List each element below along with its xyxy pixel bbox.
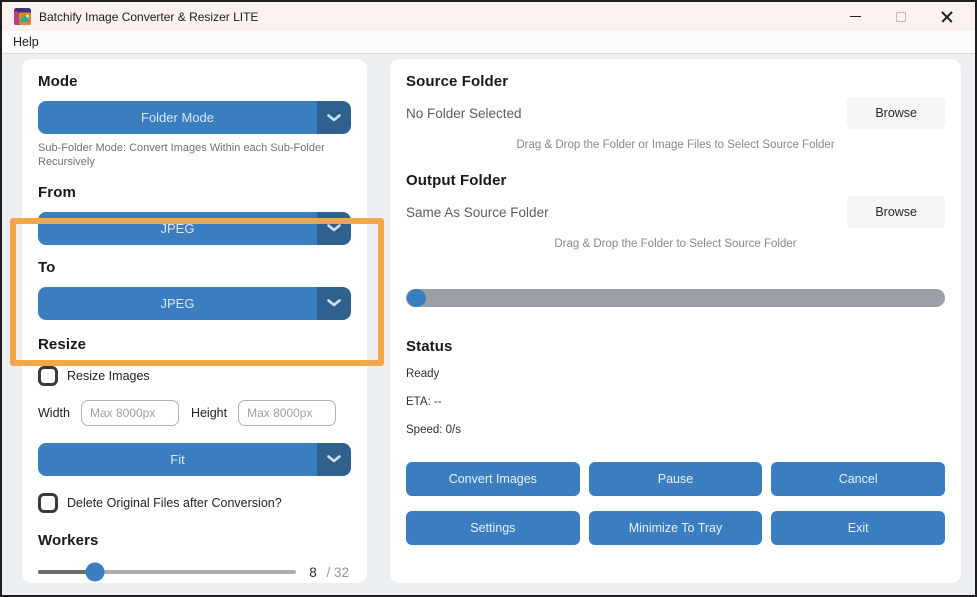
app-logo-icon	[14, 8, 31, 25]
folders-status-panel: Source Folder No Folder Selected Browse …	[390, 59, 961, 583]
workers-slider[interactable]	[38, 562, 296, 582]
workers-slider-thumb[interactable]	[85, 562, 105, 582]
width-label: Width	[38, 405, 70, 420]
window-title: Batchify Image Converter & Resizer LITE	[39, 9, 259, 24]
mode-dropdown[interactable]: Folder Mode	[38, 101, 351, 134]
fit-mode-dropdown[interactable]: Fit	[38, 442, 351, 476]
status-heading: Status	[406, 338, 453, 355]
chevron-down-icon	[317, 101, 351, 134]
delete-originals-checkbox[interactable]	[38, 492, 58, 513]
resize-images-label: Resize Images	[67, 368, 150, 383]
mode-description: Sub-Folder Mode: Convert Images Within e…	[38, 142, 325, 169]
status-state: Ready	[406, 368, 440, 380]
exit-button[interactable]: Exit	[771, 511, 945, 545]
chevron-down-icon	[317, 211, 351, 245]
content-area: Mode Folder Mode Sub-Folder Mode: Conver…	[2, 54, 975, 595]
minimize-to-tray-button[interactable]: Minimize To Tray	[588, 511, 763, 545]
output-browse-button[interactable]: Browse	[847, 196, 945, 228]
maximize-icon	[896, 11, 906, 22]
to-format-value: JPEG	[38, 286, 317, 320]
minimize-button[interactable]	[847, 9, 863, 25]
to-format-dropdown[interactable]: JPEG	[38, 286, 351, 320]
progress-track	[406, 289, 945, 307]
progress-thumb	[407, 289, 426, 307]
pause-button[interactable]: Pause	[588, 462, 763, 496]
fit-mode-value: Fit	[38, 442, 317, 476]
height-label: Height	[190, 405, 228, 420]
status-speed: Speed: 0/s	[406, 424, 461, 436]
to-heading: To	[38, 258, 56, 276]
workers-value: 8 / 32	[309, 565, 351, 580]
mode-heading: Mode	[38, 73, 78, 90]
height-input[interactable]	[238, 399, 337, 426]
from-heading: From	[38, 183, 76, 201]
workers-current: 8	[309, 564, 317, 580]
chevron-down-icon	[317, 442, 351, 476]
settings-panel: Mode Folder Mode Sub-Folder Mode: Conver…	[22, 59, 367, 583]
from-format-value: JPEG	[38, 211, 317, 245]
source-folder-value: No Folder Selected	[406, 105, 522, 121]
cancel-button[interactable]: Cancel	[771, 462, 945, 496]
resize-images-checkbox[interactable]	[38, 365, 58, 386]
maximize-button[interactable]	[893, 9, 909, 25]
menu-help[interactable]: Help	[6, 33, 46, 51]
output-folder-value: Same As Source Folder	[406, 204, 549, 220]
delete-originals-label: Delete Original Files after Conversion?	[67, 495, 282, 510]
output-folder-heading: Output Folder	[406, 172, 507, 189]
close-icon	[941, 11, 953, 23]
title-bar: Batchify Image Converter & Resizer LITE	[2, 2, 975, 31]
source-drop-hint: Drag & Drop the Folder or Image Files to…	[516, 139, 835, 151]
minimize-icon	[849, 16, 861, 17]
from-format-dropdown[interactable]: JPEG	[38, 211, 351, 245]
resize-heading: Resize	[38, 335, 87, 353]
source-folder-heading: Source Folder	[406, 73, 509, 90]
workers-heading: Workers	[38, 531, 99, 549]
chevron-down-icon	[317, 286, 351, 320]
conversion-progress-bar	[406, 289, 945, 307]
mode-dropdown-value: Folder Mode	[38, 101, 317, 134]
source-browse-button[interactable]: Browse	[847, 97, 945, 129]
width-input[interactable]	[80, 399, 179, 426]
output-drop-hint: Drag & Drop the Folder to Select Source …	[554, 238, 797, 250]
app-window: Batchify Image Converter & Resizer LITE …	[0, 0, 977, 597]
close-button[interactable]	[939, 9, 955, 25]
settings-button[interactable]: Settings	[406, 511, 580, 545]
status-eta: ETA: --	[406, 396, 442, 408]
menu-bar: Help	[2, 31, 975, 54]
workers-max: / 32	[326, 564, 349, 580]
convert-images-button[interactable]: Convert Images	[406, 462, 580, 496]
